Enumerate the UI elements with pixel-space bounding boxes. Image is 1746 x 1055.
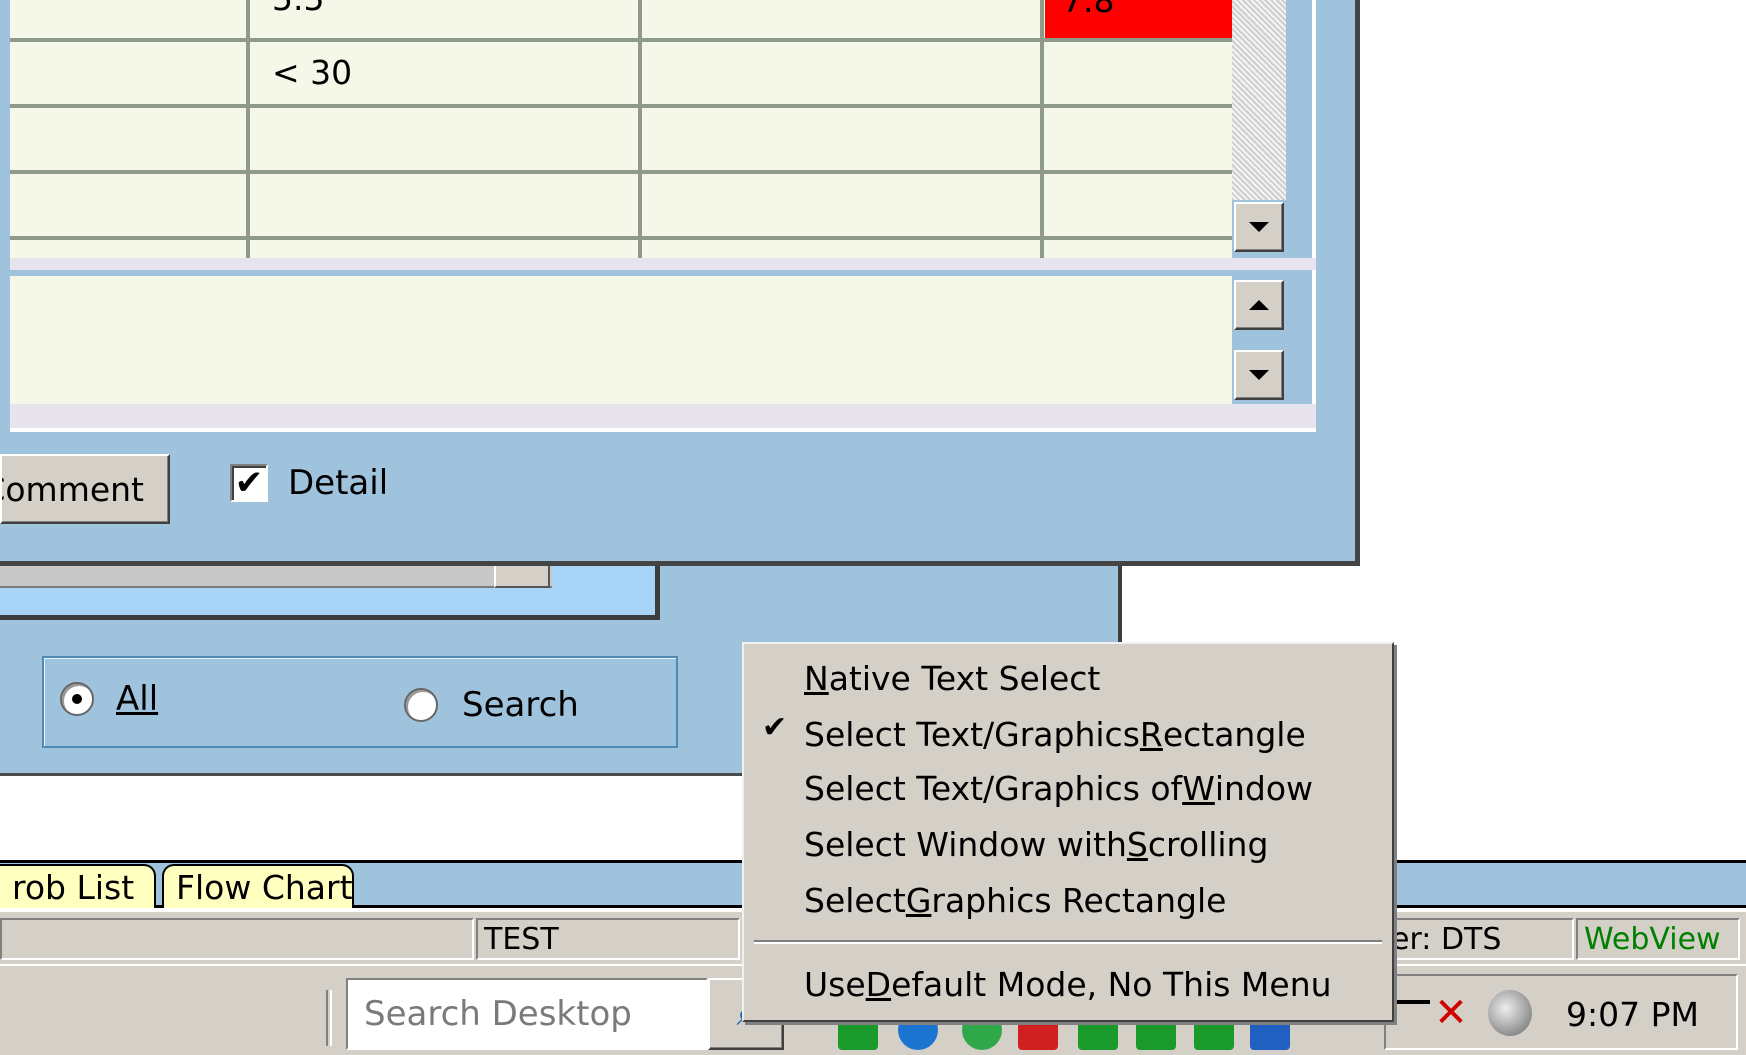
taskbar-grip[interactable] <box>326 990 332 1046</box>
menu-item-select-text-graphics-rectangle[interactable]: Select Text/Graphics Rectangle <box>804 712 1306 756</box>
grid-cell-r1c2: 5.5 <box>272 0 324 15</box>
up-arrow-icon <box>1249 300 1269 310</box>
radio-search[interactable] <box>404 688 438 722</box>
menu-item-select-graphics-rectangle[interactable]: Select Graphics Rectangle <box>804 878 1226 922</box>
pane-splitter[interactable] <box>10 258 1316 270</box>
detail-checkbox[interactable]: ✔ <box>230 464 268 502</box>
notes-bottom-band <box>10 404 1316 428</box>
grid-scrollbar-track[interactable] <box>1232 0 1286 200</box>
grid-row-divider <box>10 38 1232 42</box>
network-disconnected-icon[interactable]: ✕ <box>1428 990 1474 1036</box>
menu-item-select-text-graphics-window[interactable]: Select Text/Graphics of Window <box>804 766 1313 810</box>
radio-all-label[interactable]: All <box>116 682 158 716</box>
detail-checkbox-label[interactable]: Detail <box>288 466 388 500</box>
menu-item-native-text-select[interactable]: Native Text Select <box>804 656 1100 700</box>
speaker-icon[interactable] <box>1488 990 1532 1036</box>
tab-prob-list-label: rob List <box>12 867 135 907</box>
status-cell-provider: der: DTS <box>1366 918 1574 960</box>
selection-mode-context-menu: Native Text Select ✔ Select Text/Graphic… <box>742 642 1394 1022</box>
comment-textarea[interactable] <box>10 276 1232 404</box>
notes-scroll-up-button[interactable] <box>1234 280 1284 330</box>
grid-row-divider <box>10 104 1232 108</box>
menu-separator <box>754 940 1382 944</box>
tab-flow-chart[interactable]: Flow Chart <box>162 864 354 908</box>
status-cell-webview[interactable]: WebView <box>1576 918 1740 960</box>
desktop-search-placeholder: Search Desktop <box>364 994 632 1034</box>
results-grid[interactable]: 7.8 5.5 < 30 <box>10 0 1232 258</box>
notes-scroll-down-button[interactable] <box>1234 350 1284 400</box>
menu-item-use-default-mode[interactable]: Use Default Mode, No This Menu <box>804 962 1332 1006</box>
checkmark-icon: ✔ <box>762 710 788 745</box>
comment-button-label: Comment <box>2 469 144 509</box>
desktop-search-input[interactable]: Search Desktop <box>346 978 708 1050</box>
grid-row-divider <box>10 170 1232 174</box>
radio-search-label[interactable]: Search <box>462 688 579 722</box>
grid-cell-r1c4: 7.8 <box>1062 0 1115 20</box>
grid-scroll-down-button[interactable] <box>1234 202 1284 252</box>
menu-item-select-window-scrolling[interactable]: Select Window with Scrolling <box>804 822 1268 866</box>
tab-flow-chart-label: Flow Chart <box>176 867 353 907</box>
status-cell-env: TEST <box>476 918 740 960</box>
tab-prob-list[interactable]: rob List <box>0 864 156 908</box>
taskbar-clock[interactable]: 9:07 PM <box>1566 998 1699 1031</box>
tray-divider-icon <box>1394 1000 1430 1004</box>
status-cell-blank <box>0 918 474 960</box>
comment-button[interactable]: Comment <box>0 454 170 524</box>
radio-all[interactable] <box>60 682 94 716</box>
down-arrow-icon <box>1249 222 1269 232</box>
down-arrow-icon <box>1249 370 1269 380</box>
radio-selected-dot <box>72 694 82 704</box>
grid-row-divider <box>10 236 1232 240</box>
grid-cell-r2c2: < 30 <box>272 53 353 92</box>
